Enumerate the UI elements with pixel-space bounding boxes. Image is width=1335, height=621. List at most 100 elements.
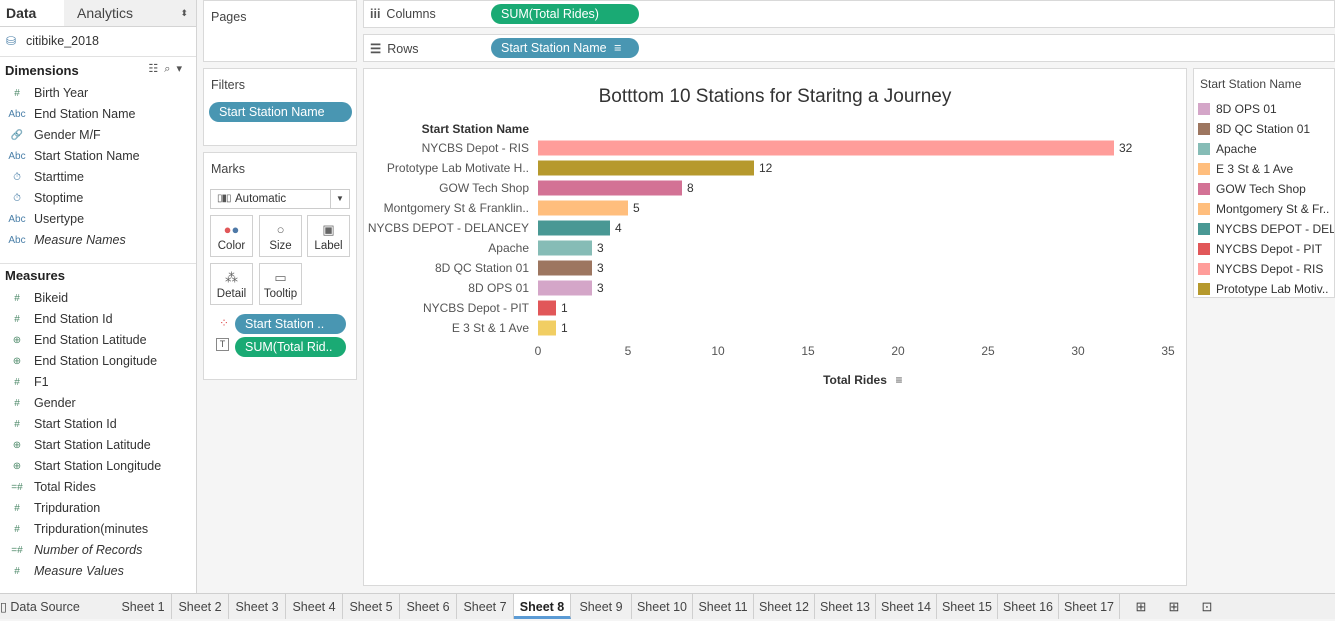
field-item[interactable]: # Gender — [0, 393, 196, 414]
field-item[interactable]: # End Station Id — [0, 309, 196, 330]
color-button[interactable]: ●● Color — [210, 215, 253, 257]
field-item[interactable]: ⏱ Starttime — [0, 167, 196, 188]
field-type-icon: # — [14, 293, 20, 304]
field-item[interactable]: Abc End Station Name — [0, 104, 196, 125]
legend-swatch — [1198, 263, 1210, 275]
field-item[interactable]: ⊕ End Station Longitude — [0, 351, 196, 372]
sheet-tab[interactable]: Sheet 15 — [937, 594, 998, 619]
field-item[interactable]: # Birth Year — [0, 83, 196, 104]
field-item[interactable]: # Start Station Id — [0, 414, 196, 435]
legend-item[interactable]: GOW Tech Shop — [1198, 179, 1306, 199]
color-legend: Start Station Name 8D OPS 01 8D QC Statio… — [1193, 68, 1335, 298]
legend-item[interactable]: 8D QC Station 01 — [1198, 119, 1310, 139]
field-item[interactable]: ⊕ End Station Latitude — [0, 330, 196, 351]
sheet-tab[interactable]: Sheet 8 — [514, 594, 571, 619]
columns-pill[interactable]: SUM(Total Rides) — [491, 4, 639, 24]
bar — [538, 220, 610, 236]
sheet-tab[interactable]: Sheet 5 — [343, 594, 400, 619]
rows-label: Rows — [387, 42, 419, 56]
field-item[interactable]: # Measure Values — [0, 561, 196, 582]
filters-title: Filters — [211, 78, 246, 92]
sheet-tab[interactable]: Sheet 1 — [115, 594, 172, 619]
new-worksheet-icon[interactable]: ⊞ — [1133, 599, 1149, 615]
label-pill[interactable]: SUM(Total Rid.. — [235, 337, 346, 357]
search-icon[interactable]: ⌕ — [164, 63, 176, 75]
legend-item[interactable]: Montgomery St & Fr.. — [1198, 199, 1329, 219]
field-item[interactable]: # Tripduration — [0, 498, 196, 519]
new-dashboard-icon[interactable]: ⊞ — [1166, 599, 1182, 615]
legend-item[interactable]: Prototype Lab Motiv.. — [1198, 279, 1329, 297]
sheet-tab[interactable]: Sheet 6 — [400, 594, 457, 619]
columns-shelf[interactable]: iii Columns SUM(Total Rides) — [363, 0, 1335, 28]
tab-data-source[interactable]: ▯ Data Source — [0, 594, 115, 619]
chevron-down-icon[interactable]: ▾ — [176, 63, 188, 75]
datasource-item[interactable]: ⛁ citibike_2018 — [6, 32, 99, 50]
field-item[interactable]: # Tripduration(minutes — [0, 519, 196, 540]
sheet-tab[interactable]: Sheet 13 — [815, 594, 876, 619]
field-item[interactable]: # Bikeid — [0, 288, 196, 309]
field-item[interactable]: # F1 — [0, 372, 196, 393]
legend-label: Prototype Lab Motiv.. — [1216, 282, 1329, 296]
field-item[interactable]: Abc Measure Names — [0, 230, 196, 251]
field-item[interactable]: =# Number of Records — [0, 540, 196, 561]
mark-type-value: Automatic — [235, 193, 287, 205]
color-pill[interactable]: Start Station .. — [235, 314, 346, 334]
tab-analytics[interactable]: Analytics ⬍ — [65, 0, 196, 26]
rows-shelf[interactable]: ☰ Rows Start Station Name ≡ — [363, 34, 1335, 62]
legend-swatch — [1198, 283, 1210, 295]
sheet-tab[interactable]: Sheet 12 — [754, 594, 815, 619]
sheet-tab[interactable]: Sheet 4 — [286, 594, 343, 619]
sheet-tab[interactable]: Sheet 14 — [876, 594, 937, 619]
legend-item[interactable]: NYCBS Depot - PIT — [1198, 239, 1322, 259]
field-item[interactable]: ⏱ Stoptime — [0, 188, 196, 209]
field-item[interactable]: 🔗 Gender M/F — [0, 125, 196, 146]
sheet-tab[interactable]: Sheet 17 — [1059, 594, 1120, 619]
legend-item[interactable]: Apache — [1198, 139, 1257, 159]
field-item[interactable]: Abc Usertype — [0, 209, 196, 230]
field-type-icon: ⏱ — [13, 193, 21, 204]
sheet-tab[interactable]: Sheet 11 — [693, 594, 754, 619]
pages-card[interactable]: Pages — [203, 0, 357, 62]
legend-item[interactable]: NYCBS DEPOT - DELA.. — [1198, 219, 1334, 239]
category-label: NYCBS Depot - RIS — [422, 141, 529, 155]
tooltip-button[interactable]: ▭ Tooltip — [259, 263, 302, 305]
bar-value-label: 1 — [561, 301, 568, 315]
bar — [538, 240, 592, 256]
label-button[interactable]: ▣ Label — [307, 215, 350, 257]
chevron-down-icon[interactable]: ▼ — [330, 190, 349, 208]
list-view-icon[interactable]: ☷ — [148, 63, 164, 75]
size-button[interactable]: ○ Size — [259, 215, 302, 257]
mark-type-select[interactable]: ▯▮▯ Automatic ▼ — [210, 189, 350, 209]
rows-shelf-title: ☰ Rows — [370, 41, 418, 56]
bar — [538, 300, 556, 316]
field-item[interactable]: =# Total Rides — [0, 477, 196, 498]
detail-button[interactable]: ⁂ Detail — [210, 263, 253, 305]
new-story-icon[interactable]: ⊡ — [1199, 599, 1215, 615]
tab-data[interactable]: Data — [0, 0, 64, 26]
bar-value-label: 12 — [759, 161, 773, 175]
legend-item[interactable]: E 3 St & 1 Ave — [1198, 159, 1293, 179]
legend-item[interactable]: NYCBS Depot - RIS — [1198, 259, 1323, 279]
field-item[interactable]: Abc Start Station Name — [0, 146, 196, 167]
bar-value-label: 5 — [633, 201, 640, 215]
field-type-icon: 🔗 — [10, 130, 24, 141]
field-item[interactable]: ⊕ Start Station Latitude — [0, 435, 196, 456]
sheet-tab[interactable]: Sheet 9 — [571, 594, 632, 619]
rows-pill[interactable]: Start Station Name ≡ — [491, 38, 639, 58]
sheet-tab[interactable]: Sheet 2 — [172, 594, 229, 619]
sheet-tab[interactable]: Sheet 3 — [229, 594, 286, 619]
sheet-tab[interactable]: Sheet 16 — [998, 594, 1059, 619]
sheet-tab[interactable]: Sheet 7 — [457, 594, 514, 619]
sheet-tab[interactable]: Sheet 10 — [632, 594, 693, 619]
field-item[interactable]: ⊕ Start Station Longitude — [0, 456, 196, 477]
filter-pill[interactable]: Start Station Name — [209, 102, 352, 122]
chevron-updown-icon[interactable]: ⬍ — [180, 0, 188, 26]
legend-item[interactable]: 8D OPS 01 — [1198, 99, 1277, 119]
category-label: Montgomery St & Franklin.. — [384, 201, 529, 215]
sort-icon[interactable]: ≡ — [614, 41, 621, 55]
bar-value-label: 32 — [1119, 141, 1133, 155]
legend-label: E 3 St & 1 Ave — [1216, 162, 1294, 176]
filters-card[interactable]: Filters Start Station Name — [203, 68, 357, 146]
detail-icon: ⁂ — [225, 270, 238, 285]
text-label-icon: ▣ — [322, 222, 335, 237]
